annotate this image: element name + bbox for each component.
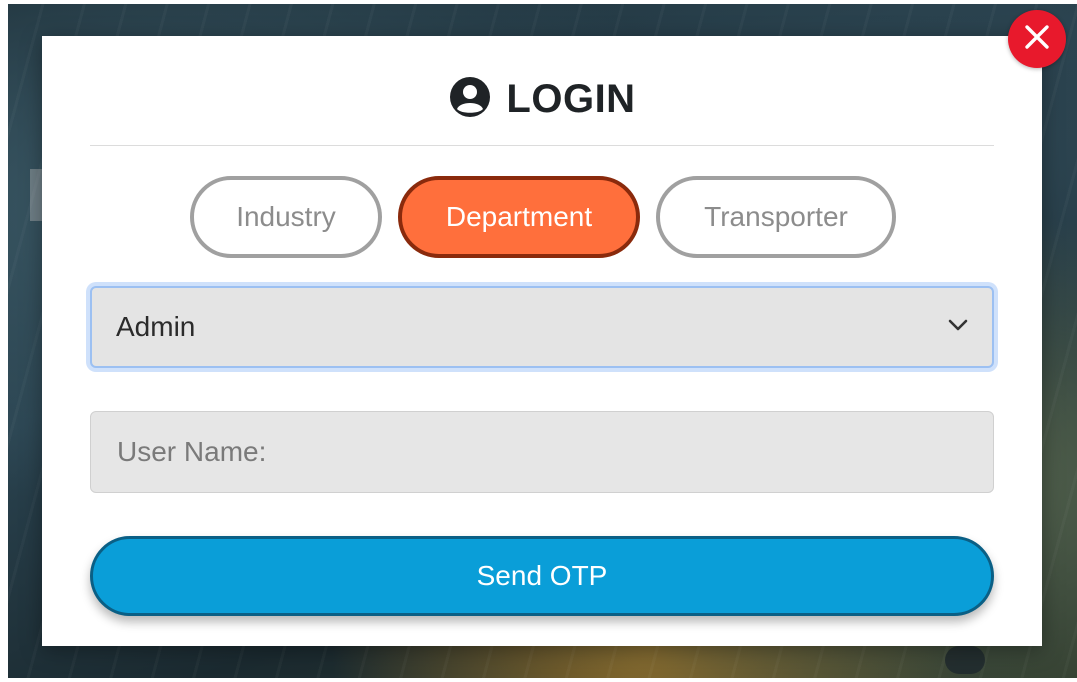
- login-modal: LOGIN Industry Department Transporter Ad…: [42, 36, 1042, 646]
- tab-department[interactable]: Department: [398, 176, 640, 258]
- send-otp-button[interactable]: Send OTP: [90, 536, 994, 616]
- modal-title: LOGIN: [506, 76, 636, 121]
- tab-industry-label: Industry: [236, 201, 336, 232]
- tab-transporter-label: Transporter: [704, 201, 848, 232]
- chevron-down-icon: [948, 318, 968, 336]
- tab-transporter[interactable]: Transporter: [656, 176, 896, 258]
- send-otp-label: Send OTP: [476, 560, 608, 591]
- close-icon: [1022, 22, 1052, 57]
- modal-header: LOGIN: [42, 74, 1042, 124]
- background-badge: [945, 646, 985, 674]
- header-divider: [90, 145, 994, 146]
- username-placeholder: User Name:: [117, 436, 267, 467]
- tab-department-label: Department: [445, 201, 593, 232]
- role-select[interactable]: Admin: [90, 286, 994, 368]
- login-type-tabs: Industry Department Transporter: [190, 176, 896, 258]
- username-input[interactable]: User Name:: [90, 411, 994, 493]
- tab-industry[interactable]: Industry: [190, 176, 382, 258]
- user-circle-icon: [448, 75, 492, 124]
- close-button[interactable]: [1008, 10, 1066, 68]
- role-select-value: Admin: [116, 311, 196, 342]
